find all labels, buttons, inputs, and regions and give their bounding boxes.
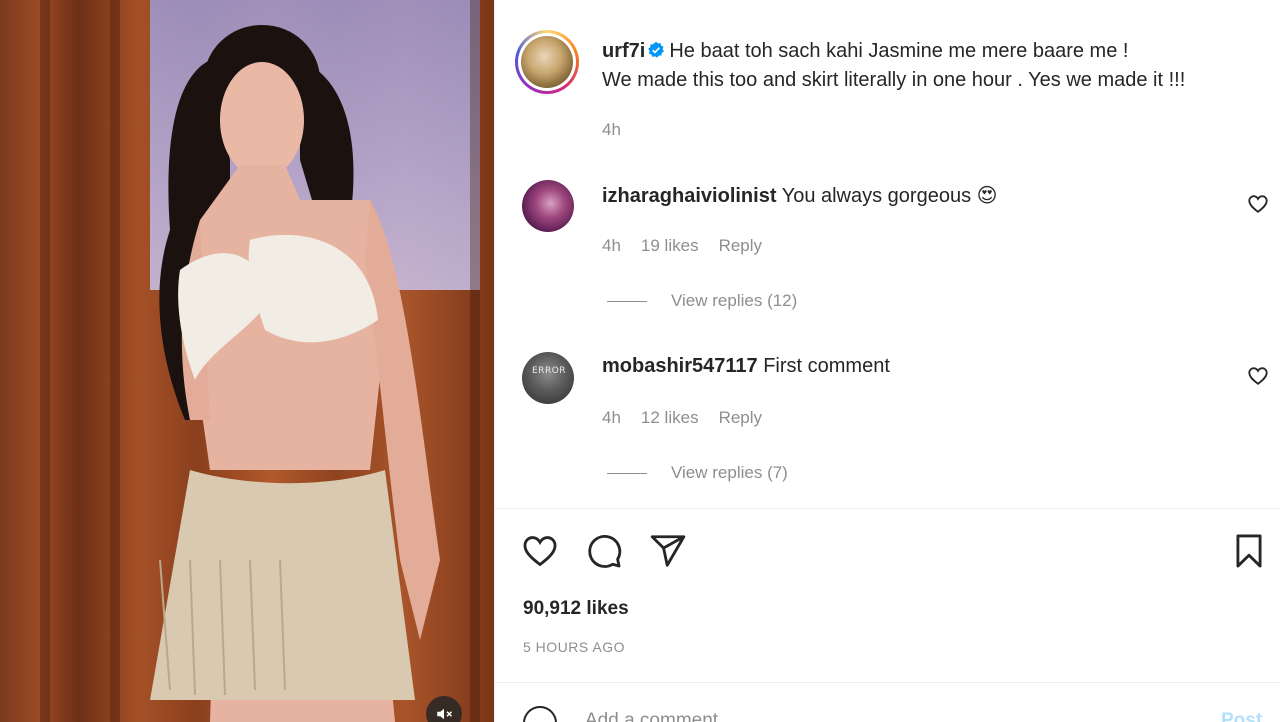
avatar-label: ERROR [532,366,567,376]
comment-text: mobashir547117 First comment [602,355,890,378]
comment-meta: 4h 12 likes Reply [602,408,782,428]
view-replies-label: View replies (12) [671,291,798,310]
section-divider [495,508,1280,509]
verified-badge-icon [648,41,665,58]
comment-icon[interactable] [585,532,623,570]
comment-likes[interactable]: 12 likes [641,408,699,427]
reply-button[interactable]: Reply [719,408,762,427]
comment-like-heart-icon[interactable] [1247,365,1269,387]
replies-divider [607,472,647,474]
comment-meta: 4h 19 likes Reply [602,236,782,256]
comment-username[interactable]: mobashir547117 [602,355,758,377]
caption-timestamp[interactable]: 4h [602,120,621,140]
view-replies-button[interactable]: View replies (12) [607,291,797,311]
comment-like-heart-icon[interactable] [1247,193,1269,215]
post-age: 5 HOURS AGO [523,639,625,655]
caption-line-2: We made this too and skirt literally in … [602,69,1186,91]
post-detail-panel: urf7i He baat toh sach kahi Jasmine me me… [494,0,1280,722]
reply-button[interactable]: Reply [719,236,762,255]
author-username[interactable]: urf7i [602,40,645,62]
caption-line-1: urf7i He baat toh sach kahi Jasmine me me… [602,40,1128,63]
likes-count[interactable]: 90,912 likes [523,598,629,620]
comment-text: izharaghaiviolinist You always gorgeous … [602,183,998,208]
replies-divider [607,300,647,302]
view-replies-label: View replies (7) [671,463,788,482]
mute-icon [437,708,453,720]
post-comment-button[interactable]: Post [1221,710,1262,722]
share-icon[interactable] [649,532,687,570]
comment-likes[interactable]: 19 likes [641,236,699,255]
heart-icon[interactable] [521,532,559,570]
comment-body: First comment [763,355,890,377]
caption-text-1: He baat toh sach kahi Jasmine me mere ba… [669,40,1129,62]
add-comment-input[interactable] [585,710,1085,722]
add-comment-row: Post [495,682,1280,722]
media-subject-figure [150,25,440,722]
comment-username[interactable]: izharaghaiviolinist [602,185,776,207]
emoji-icon[interactable] [523,706,557,722]
comment-time[interactable]: 4h [602,236,621,255]
comment-body: You always gorgeous 😍 [781,185,998,207]
author-avatar[interactable] [515,30,579,94]
comment-time[interactable]: 4h [602,408,621,427]
commenter-avatar[interactable]: ERROR [522,352,574,404]
bookmark-icon[interactable] [1230,532,1268,570]
commenter-avatar[interactable] [522,180,574,232]
post-media[interactable] [0,0,494,722]
view-replies-button[interactable]: View replies (7) [607,463,788,483]
